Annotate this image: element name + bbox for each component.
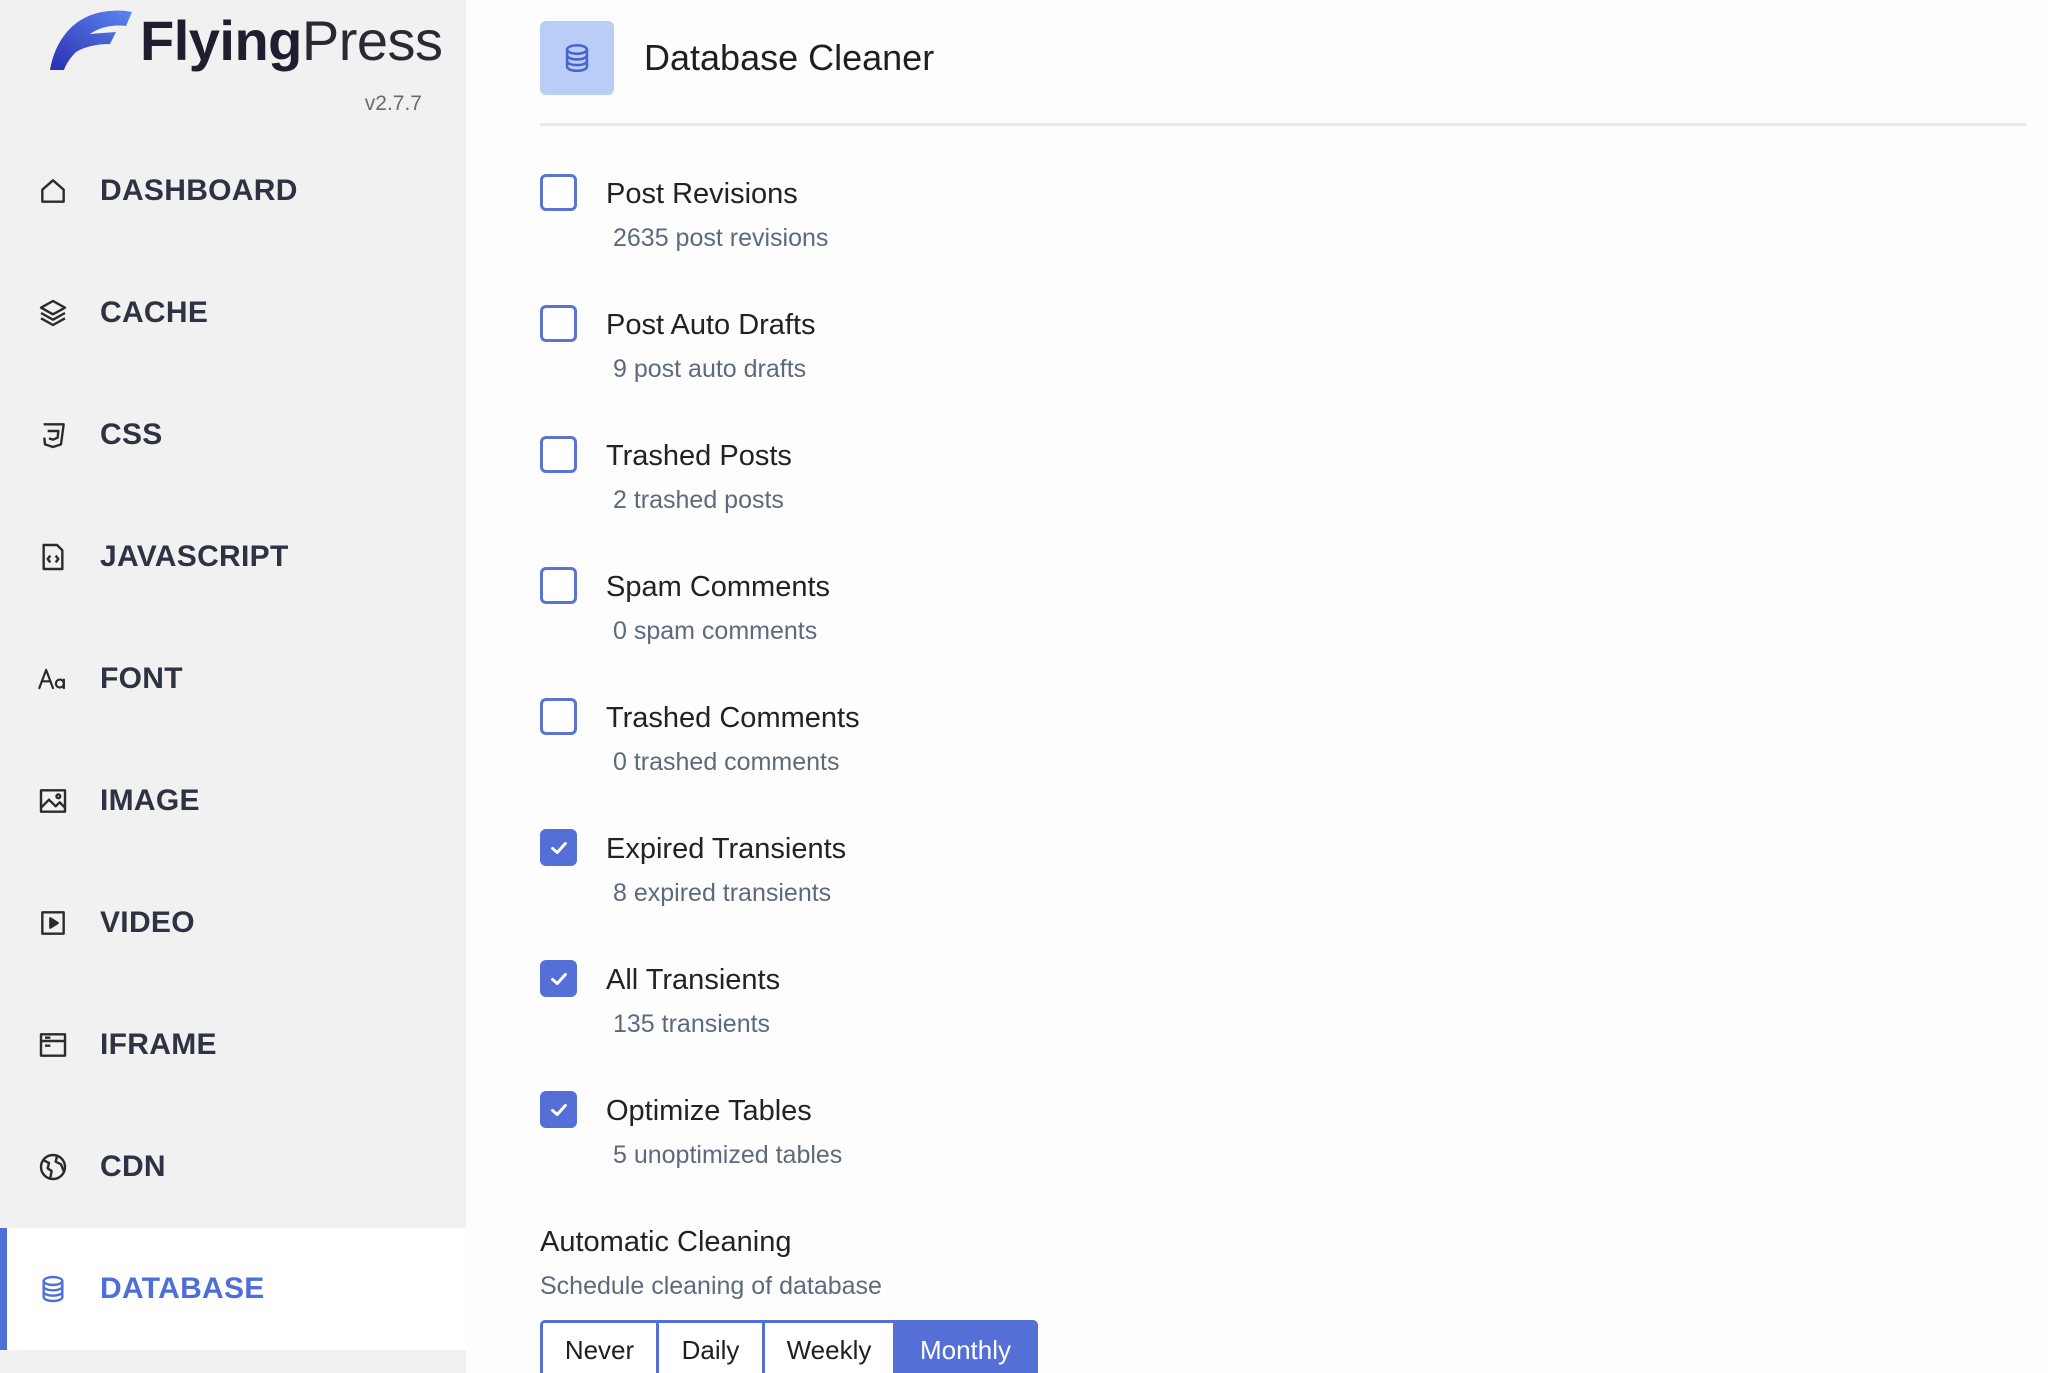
sidebar-item-label: FONT — [100, 662, 183, 695]
main-content: Database Cleaner Post Revisions 2635 pos… — [540, 0, 2048, 1373]
version-label: v2.7.7 — [364, 92, 422, 115]
option-label: Trashed Comments — [606, 702, 860, 734]
layers-icon — [36, 296, 70, 330]
optimize-tables-checkbox[interactable] — [540, 1091, 577, 1128]
schedule-weekly-button[interactable]: Weekly — [765, 1323, 896, 1373]
expired-transients-checkbox[interactable] — [540, 829, 577, 866]
sidebar-item-cache[interactable]: CACHE — [0, 252, 466, 374]
sidebar-item-css[interactable]: CSS — [0, 374, 466, 496]
sidebar-item-label: IMAGE — [100, 784, 200, 817]
sidebar-item-javascript[interactable]: JAVASCRIPT — [0, 496, 466, 618]
sidebar-item-label: CSS — [100, 418, 163, 451]
checkmark-icon — [550, 1103, 567, 1116]
sidebar-item-label: DATABASE — [100, 1272, 265, 1305]
logo-wordmark: FlyingPress — [140, 9, 443, 72]
database-icon — [36, 1272, 70, 1306]
home-icon — [36, 174, 70, 208]
logo-mark-icon — [50, 10, 132, 71]
trashed-posts-checkbox[interactable] — [540, 436, 577, 473]
sidebar-item-image[interactable]: IMAGE — [0, 740, 466, 862]
header-divider — [540, 123, 2026, 126]
sidebar-item-label: DASHBOARD — [100, 174, 298, 207]
spam-comments-checkbox[interactable] — [540, 567, 577, 604]
sidebar: FlyingPress v2.7.7 DASHBOARD CACHE CSS J… — [0, 0, 466, 1373]
automatic-cleaning-section: Automatic Cleaning Schedule cleaning of … — [540, 1222, 882, 1302]
automatic-cleaning-title: Automatic Cleaning — [540, 1226, 792, 1258]
option-label: Spam Comments — [606, 571, 831, 603]
browser-window-icon — [36, 1028, 70, 1062]
option-label: Expired Transients — [606, 833, 847, 865]
sidebar-item-font[interactable]: FONT — [0, 618, 466, 740]
sidebar-item-iframe[interactable]: IFRAME — [0, 984, 466, 1106]
database-icon — [540, 21, 614, 95]
sidebar-item-dashboard[interactable]: DASHBOARD — [0, 130, 466, 252]
trashed-comments-checkbox[interactable] — [540, 698, 577, 735]
checkmark-icon — [550, 841, 567, 854]
sidebar-item-label: JAVASCRIPT — [100, 540, 289, 573]
video-icon — [36, 906, 70, 940]
option-count: 0 trashed comments — [613, 748, 840, 776]
sidebar-item-label: IFRAME — [100, 1028, 217, 1061]
sidebar-item-label: VIDEO — [100, 906, 195, 939]
sidebar-item-label: CACHE — [100, 296, 209, 329]
all-transients-checkbox[interactable] — [540, 960, 577, 997]
option-label: Optimize Tables — [606, 1095, 812, 1127]
option-label: Post Auto Drafts — [606, 309, 816, 341]
option-count: 0 spam comments — [613, 617, 818, 645]
page-title: Database Cleaner — [644, 37, 935, 78]
font-icon — [36, 662, 70, 696]
sidebar-item-cdn[interactable]: CDN — [0, 1106, 466, 1228]
schedule-monthly-button[interactable]: Monthly — [896, 1323, 1035, 1373]
option-count: 9 post auto drafts — [613, 355, 807, 383]
option-count: 135 transients — [613, 1010, 771, 1038]
post-revisions-checkbox[interactable] — [540, 174, 577, 211]
css-icon — [36, 418, 70, 452]
sidebar-nav: DASHBOARD CACHE CSS JAVASCRIPT FONT IMAG… — [0, 130, 466, 1350]
schedule-selector: Never Daily Weekly Monthly — [540, 1320, 1038, 1373]
option-label: All Transients — [606, 964, 781, 996]
schedule-never-button[interactable]: Never — [543, 1323, 659, 1373]
option-count: 2 trashed posts — [613, 486, 784, 514]
checkmark-icon — [550, 972, 567, 985]
option-count: 5 unoptimized tables — [613, 1141, 843, 1169]
code-file-icon — [36, 540, 70, 574]
image-icon — [36, 784, 70, 818]
option-count: 8 expired transients — [613, 879, 832, 907]
post-auto-drafts-checkbox[interactable] — [540, 305, 577, 342]
sidebar-item-label: CDN — [100, 1150, 166, 1183]
page-header: Database Cleaner — [540, 21, 934, 95]
option-label: Post Revisions — [606, 178, 798, 210]
globe-icon — [36, 1150, 70, 1184]
flyingpress-logo[interactable]: FlyingPress — [46, 6, 443, 76]
sidebar-item-database[interactable]: DATABASE — [0, 1228, 466, 1350]
option-count: 2635 post revisions — [613, 224, 829, 252]
option-label: Trashed Posts — [606, 440, 792, 472]
sidebar-item-video[interactable]: VIDEO — [0, 862, 466, 984]
schedule-daily-button[interactable]: Daily — [659, 1323, 765, 1373]
automatic-cleaning-subtitle: Schedule cleaning of database — [540, 1272, 882, 1300]
